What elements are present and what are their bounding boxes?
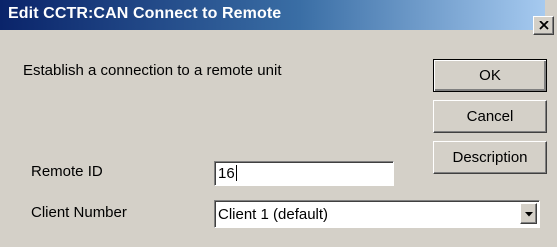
close-button[interactable]	[533, 16, 554, 35]
ok-button[interactable]: OK	[433, 59, 547, 92]
client-number-dropdown-button[interactable]	[520, 203, 537, 224]
chevron-down-icon	[525, 212, 533, 217]
close-x-icon	[539, 21, 549, 30]
title-bar[interactable]: Edit CCTR:CAN Connect to Remote	[0, 0, 545, 30]
edit-dialog: Edit CCTR:CAN Connect to Remote Establis…	[0, 0, 557, 247]
remote-id-label: Remote ID	[31, 163, 103, 180]
client-number-label: Client Number	[31, 204, 127, 221]
window-title: Edit CCTR:CAN Connect to Remote	[8, 5, 282, 22]
client-number-select[interactable]: Client 1 (default)	[214, 200, 540, 228]
remote-id-input[interactable]: 16	[214, 161, 394, 186]
remote-id-value: 16	[218, 165, 235, 182]
dialog-description: Establish a connection to a remote unit	[23, 62, 282, 79]
text-caret	[235, 165, 237, 181]
description-button[interactable]: Description	[433, 141, 547, 174]
client-number-value: Client 1 (default)	[218, 206, 329, 223]
cancel-button[interactable]: Cancel	[433, 100, 547, 133]
